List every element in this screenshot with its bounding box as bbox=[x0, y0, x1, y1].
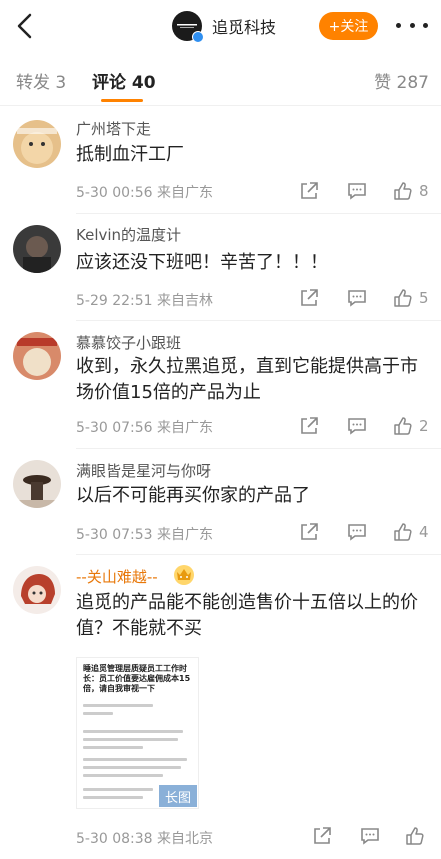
like-icon bbox=[406, 827, 424, 845]
comment-username[interactable]: --关山难越-- bbox=[76, 566, 158, 587]
verified-badge-icon bbox=[192, 31, 204, 43]
share-button[interactable] bbox=[298, 521, 320, 543]
like-count: 8 bbox=[419, 182, 429, 200]
long-image-line bbox=[83, 738, 178, 741]
long-image-line bbox=[83, 746, 143, 749]
long-image-line bbox=[83, 758, 187, 761]
comment-text: 抵制血汗工厂 bbox=[76, 144, 184, 165]
back-button[interactable] bbox=[10, 10, 40, 42]
like-button[interactable]: 8 bbox=[393, 180, 429, 202]
comment-text: 收到，永久拉黑追觅，直到它能提供高于市场价值15倍的产品为止 bbox=[76, 356, 418, 403]
comment-icon bbox=[348, 290, 366, 307]
divider bbox=[76, 320, 441, 321]
comment-text: 追觅的产品能不能创造售价十五倍以上的价值？不能就不买 bbox=[76, 592, 418, 639]
comment-meta: 5-30 07:56 来自广东 bbox=[76, 420, 214, 436]
long-image-line bbox=[83, 774, 163, 777]
account-logo-icon bbox=[177, 24, 197, 28]
share-icon bbox=[301, 417, 318, 434]
share-button[interactable] bbox=[298, 180, 320, 202]
avatar[interactable] bbox=[13, 225, 61, 273]
reply-button[interactable] bbox=[346, 521, 368, 543]
tab-likes[interactable]: 赞 287 bbox=[374, 68, 429, 93]
tab-comments[interactable]: 评论 40 bbox=[92, 68, 156, 93]
reply-button[interactable] bbox=[359, 825, 381, 847]
comment-meta: 5-29 22:51 来自吉林 bbox=[76, 293, 214, 309]
long-image-title: 睡追觅管理层质疑员工工作时长：员工价值要达雇佣成本15倍，请自我审视一下 bbox=[83, 664, 191, 693]
like-button[interactable] bbox=[405, 825, 431, 847]
divider bbox=[76, 554, 441, 555]
share-button[interactable] bbox=[298, 287, 320, 309]
comment-username[interactable]: 满眼皆是星河与你呀 bbox=[76, 460, 211, 481]
like-count: 4 bbox=[419, 523, 429, 541]
divider bbox=[76, 213, 441, 214]
like-button[interactable]: 4 bbox=[393, 521, 429, 543]
account-header[interactable]: 追觅科技 bbox=[172, 10, 277, 43]
like-icon bbox=[394, 289, 412, 307]
comment-icon bbox=[348, 183, 366, 200]
like-button[interactable]: 2 bbox=[393, 415, 429, 437]
comment-meta: 5-30 08:38 来自北京 bbox=[76, 831, 214, 847]
like-icon bbox=[394, 182, 412, 200]
account-avatar[interactable] bbox=[172, 11, 204, 43]
avatar[interactable] bbox=[13, 460, 61, 508]
avatar[interactable] bbox=[13, 566, 61, 614]
back-icon bbox=[17, 13, 32, 39]
long-image-badge: 长图 bbox=[159, 785, 197, 807]
like-count: 2 bbox=[419, 417, 429, 435]
comment-meta: 5-30 00:56 来自广东 bbox=[76, 185, 214, 201]
comment-username[interactable]: 广州塔下走 bbox=[76, 118, 151, 139]
comment-text: 以后不可能再买你家的产品了 bbox=[76, 485, 310, 506]
share-button[interactable] bbox=[311, 825, 333, 847]
long-image-line bbox=[83, 712, 113, 715]
more-icon[interactable] bbox=[396, 17, 428, 33]
comment-username[interactable]: 慕慕饺子小跟班 bbox=[76, 332, 181, 353]
avatar[interactable] bbox=[13, 332, 61, 380]
long-image-line bbox=[83, 788, 153, 791]
comment-icon bbox=[361, 828, 379, 845]
like-icon bbox=[394, 523, 412, 541]
share-icon bbox=[314, 827, 331, 844]
comment-meta: 5-30 07:53 来自广东 bbox=[76, 527, 214, 543]
share-icon bbox=[301, 182, 318, 199]
tab-active-indicator bbox=[101, 99, 143, 102]
like-icon bbox=[394, 417, 412, 435]
divider bbox=[76, 448, 441, 449]
long-image-line bbox=[83, 766, 181, 769]
top-bar: 追觅科技 +关注 bbox=[0, 0, 441, 52]
comment-username[interactable]: Kelvin的温度计 bbox=[76, 224, 181, 245]
comment-icon bbox=[348, 524, 366, 541]
share-icon bbox=[301, 523, 318, 540]
reply-button[interactable] bbox=[346, 287, 368, 309]
tab-bar: 转发 3 评论 40 赞 287 bbox=[0, 52, 441, 106]
avatar[interactable] bbox=[13, 120, 61, 168]
like-button[interactable]: 5 bbox=[393, 287, 429, 309]
share-icon bbox=[301, 289, 318, 306]
long-image-line bbox=[83, 730, 183, 733]
comment-text: 应该还没下班吧！辛苦了！！！ bbox=[76, 252, 328, 273]
tab-repost[interactable]: 转发 3 bbox=[16, 68, 66, 93]
share-button[interactable] bbox=[298, 415, 320, 437]
follow-button[interactable]: +关注 bbox=[319, 12, 378, 40]
member-crown-icon bbox=[174, 565, 194, 585]
account-name: 追觅科技 bbox=[212, 18, 277, 37]
comment-icon bbox=[348, 418, 366, 435]
reply-button[interactable] bbox=[346, 415, 368, 437]
long-image-attachment[interactable]: 睡追觅管理层质疑员工工作时长：员工价值要达雇佣成本15倍，请自我审视一下 长图 bbox=[76, 657, 199, 809]
reply-button[interactable] bbox=[346, 180, 368, 202]
long-image-line bbox=[83, 704, 153, 707]
long-image-line bbox=[83, 796, 143, 799]
like-count: 5 bbox=[419, 289, 429, 307]
